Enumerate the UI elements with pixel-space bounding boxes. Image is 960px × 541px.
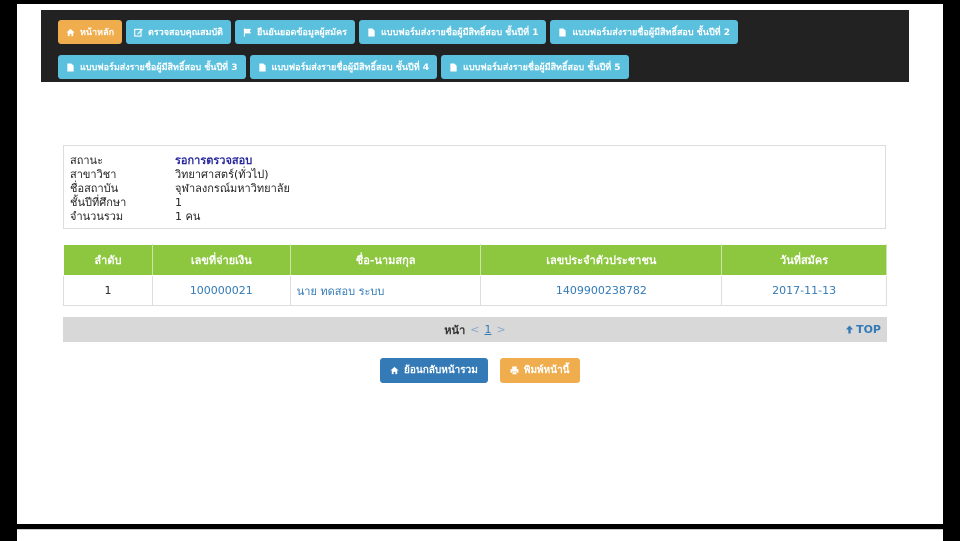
nav-form-year-4-label: แบบฟอร์มส่งรายชื่อผู้มีสิทธิ์สอบ ชั้นปีท… [271,63,430,73]
nav-form-year-2-button[interactable]: แบบฟอร์มส่งรายชื่อผู้มีสิทธิ์สอบ ชั้นปีท… [550,20,738,44]
nav-row-1: หน้าหลัก ตรวจสอบคุณสมบัติ ยืนยันยอดข้อมู… [58,20,738,44]
back-to-summary-label: ย้อนกลับหน้ารวม [404,365,478,376]
nav-confirm-applicants-label: ยืนยันยอดข้อมูลผู้สมัคร [257,28,347,38]
pagination-label: หน้า [444,323,466,337]
nav-home-label: หน้าหลัก [80,28,115,38]
file-icon [449,62,458,72]
column-header-payment-no: เลขที่จ่ายเงิน [151,244,291,276]
home-icon [66,28,75,37]
next-page-link[interactable]: > [496,323,505,336]
cell-payment-no[interactable]: 100000021 [151,275,291,306]
back-to-top-link[interactable]: TOP [845,317,881,342]
back-to-top-label: TOP [856,323,881,336]
edit-icon [134,28,143,37]
nav-form-year-1-button[interactable]: แบบฟอร์มส่งรายชื่อผู้มีสิทธิ์สอบ ชั้นปีท… [358,20,547,44]
nav-row-2: แบบฟอร์มส่งรายชื่อผู้มีสิทธิ์สอบ ชั้นปีท… [58,55,629,79]
column-header-name: ชื่อ-นามสกุล [289,244,482,276]
next-page-strip [17,529,943,541]
year-label: ชั้นปีที่ศึกษา [70,196,127,209]
nav-form-year-4-button[interactable]: แบบฟอร์มส่งรายชื่อผู้มีสิทธิ์สอบ ชั้นปีท… [249,55,438,79]
nav-form-year-3-label: แบบฟอร์มส่งรายชื่อผู้มีสิทธิ์สอบ ชั้นปีท… [80,63,238,73]
subject-value: วิทยาศาสตร์(ทั่วไป) [175,168,269,181]
year-value: 1 [175,196,182,209]
nav-check-qualification-button[interactable]: ตรวจสอบคุณสมบัติ [126,20,232,44]
file-icon [367,27,376,37]
file-icon [258,62,267,72]
nav-confirm-applicants-button[interactable]: ยืนยันยอดข้อมูลผู้สมัคร [235,20,355,44]
page-number-link[interactable]: 1 [484,323,491,336]
institution-value: จุฬาลงกรณ์มหาวิทยาลัย [175,182,290,195]
nav-form-year-5-button[interactable]: แบบฟอร์มส่งรายชื่อผู้มีสิทธิ์สอบ ชั้นปีท… [441,55,629,79]
print-page-label: พิมพ์หน้านี้ [523,365,570,376]
subject-row: สาขาวิชา วิทยาศาสตร์(ทั่วไป) [70,168,269,182]
subject-label: สาขาวิชา [70,168,117,181]
status-row: สถานะ รอการตรวจสอบ [70,154,252,168]
cell-order: 1 [63,275,153,306]
nav-form-year-1-label: แบบฟอร์มส่งรายชื่อผู้มีสิทธิ์สอบ ชั้นปีท… [380,28,539,38]
column-header-citizen-id: เลขประจำตัวประชาชน [480,244,723,276]
page-container: หน้าหลัก ตรวจสอบคุณสมบัติ ยืนยันยอดข้อมู… [17,4,943,524]
nav-form-year-5-label: แบบฟอร์มส่งรายชื่อผู้มีสิทธิ์สอบ ชั้นปีท… [463,63,621,73]
action-buttons: ย้อนกลับหน้ารวม พิมพ์หน้านี้ [380,358,580,383]
nav-home-button[interactable]: หน้าหลัก [58,20,123,44]
back-to-summary-button[interactable]: ย้อนกลับหน้ารวม [380,358,488,383]
total-row: จำนวนรวม 1 คน [70,210,200,224]
print-page-button[interactable]: พิมพ์หน้านี้ [499,358,580,383]
cell-apply-date[interactable]: 2017-11-13 [721,275,887,306]
flag-icon [243,27,252,37]
column-header-order: ลำดับ [63,244,153,276]
home-icon [390,366,399,375]
institution-label: ชื่อสถาบัน [70,182,119,195]
total-value: 1 คน [175,210,201,223]
nav-form-year-2-label: แบบฟอร์มส่งรายชื่อผู้มีสิทธิ์สอบ ชั้นปีท… [572,28,730,38]
prev-page-link[interactable]: < [470,323,479,336]
total-label: จำนวนรวม [70,210,124,223]
status-badge: รอการตรวจสอบ [175,154,253,167]
table-header-row: ลำดับ เลขที่จ่ายเงิน ชื่อ-นามสกุล เลขประ… [63,244,887,276]
top-navbar: หน้าหลัก ตรวจสอบคุณสมบัติ ยืนยันยอดข้อมู… [41,10,909,82]
applicants-table: ลำดับ เลขที่จ่ายเงิน ชื่อ-นามสกุล เลขประ… [63,244,887,306]
year-row: ชั้นปีที่ศึกษา 1 [70,196,182,210]
institution-row: ชื่อสถาบัน จุฬาลงกรณ์มหาวิทยาลัย [70,182,290,196]
summary-info-box: สถานะ รอการตรวจสอบ สาขาวิชา วิทยาศาสตร์(… [63,145,886,229]
nav-check-qualification-label: ตรวจสอบคุณสมบัติ [148,28,224,38]
file-icon [558,27,567,37]
print-icon [510,366,519,375]
cell-name[interactable]: นาย ทดสอบ ระบบ [289,275,482,306]
pagination-bar: หน้า < 1 > TOP [63,317,887,342]
nav-form-year-3-button[interactable]: แบบฟอร์มส่งรายชื่อผู้มีสิทธิ์สอบ ชั้นปีท… [58,55,246,79]
arrow-up-icon [845,325,854,334]
status-label: สถานะ [70,154,103,167]
cell-citizen-id[interactable]: 1409900238782 [480,275,723,306]
pagination: หน้า < 1 > [63,317,887,342]
file-icon [66,62,75,72]
column-header-apply-date: วันที่สมัคร [721,244,887,276]
table-row: 1 100000021 นาย ทดสอบ ระบบ 1409900238782… [63,275,887,306]
